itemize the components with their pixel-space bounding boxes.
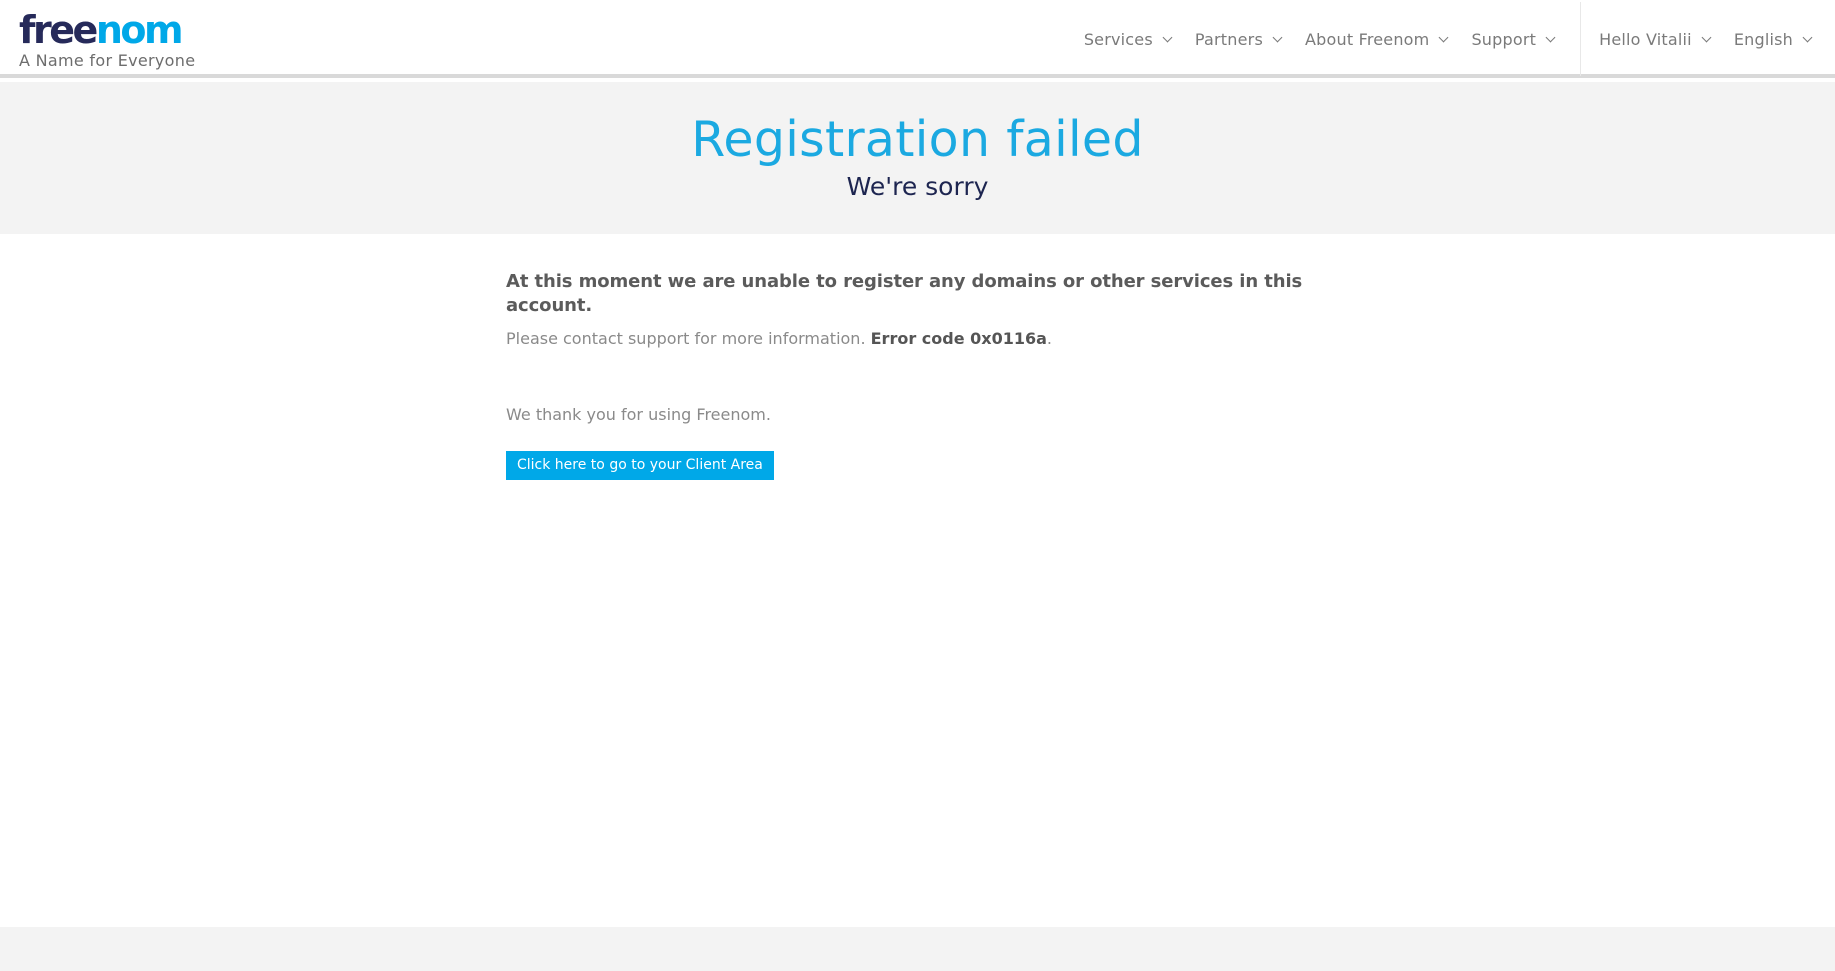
main-navigation: Services Partners About Freenom Support … — [1072, 0, 1835, 78]
page-subtitle: We're sorry — [846, 172, 989, 201]
logo-wordmark-nom: nom — [95, 8, 184, 52]
page-footer — [0, 927, 1835, 971]
nav-user-group: Hello Vitalii English — [1580, 2, 1835, 76]
language-selector[interactable]: English — [1722, 19, 1835, 59]
nav-item-label: Services — [1083, 29, 1153, 49]
logo-wordmark: freenom — [19, 10, 209, 50]
support-info-suffix: . — [1046, 329, 1053, 348]
nav-item-partners[interactable]: Partners — [1183, 19, 1293, 59]
nav-item-label: Support — [1471, 29, 1537, 49]
page-title: Registration failed — [691, 111, 1144, 168]
error-code: Error code 0x0116a — [870, 329, 1047, 348]
nav-item-services[interactable]: Services — [1072, 19, 1183, 59]
site-header: freenom A Name for Everyone Services Par… — [0, 0, 1835, 78]
freenom-logo[interactable]: freenom A Name for Everyone — [19, 10, 209, 70]
main-content: At this moment we are unable to register… — [506, 234, 1306, 480]
nav-item-support[interactable]: Support — [1459, 19, 1566, 59]
nav-item-label: About Freenom — [1304, 29, 1430, 49]
support-info-text: Please contact support for more informat… — [506, 329, 871, 348]
chevron-down-icon — [1272, 32, 1283, 42]
chevron-down-icon — [1439, 32, 1449, 42]
error-message: At this moment we are unable to register… — [506, 271, 1303, 316]
user-menu-label: Hello Vitalii — [1599, 29, 1692, 49]
chevron-down-icon — [1545, 32, 1556, 42]
chevron-down-icon — [1802, 32, 1813, 42]
chevron-down-icon — [1162, 32, 1173, 42]
support-info: Please contact support for more informat… — [506, 328, 1306, 350]
nav-item-about-freenom[interactable]: About Freenom — [1293, 19, 1459, 59]
nav-item-label: Partners — [1194, 29, 1263, 49]
client-area-button[interactable]: Click here to go to your Client Area — [506, 451, 774, 480]
thank-you-text: We thank you for using Freenom. — [506, 405, 771, 424]
language-selector-label: English — [1733, 29, 1793, 49]
user-menu[interactable]: Hello Vitalii — [1587, 19, 1722, 59]
logo-tagline: A Name for Everyone — [19, 51, 196, 70]
page-hero: Registration failed We're sorry — [0, 82, 1835, 234]
nav-menu-group: Services Partners About Freenom Support — [1072, 2, 1566, 76]
chevron-down-icon — [1701, 32, 1712, 42]
logo-wordmark-free: free — [19, 8, 98, 52]
